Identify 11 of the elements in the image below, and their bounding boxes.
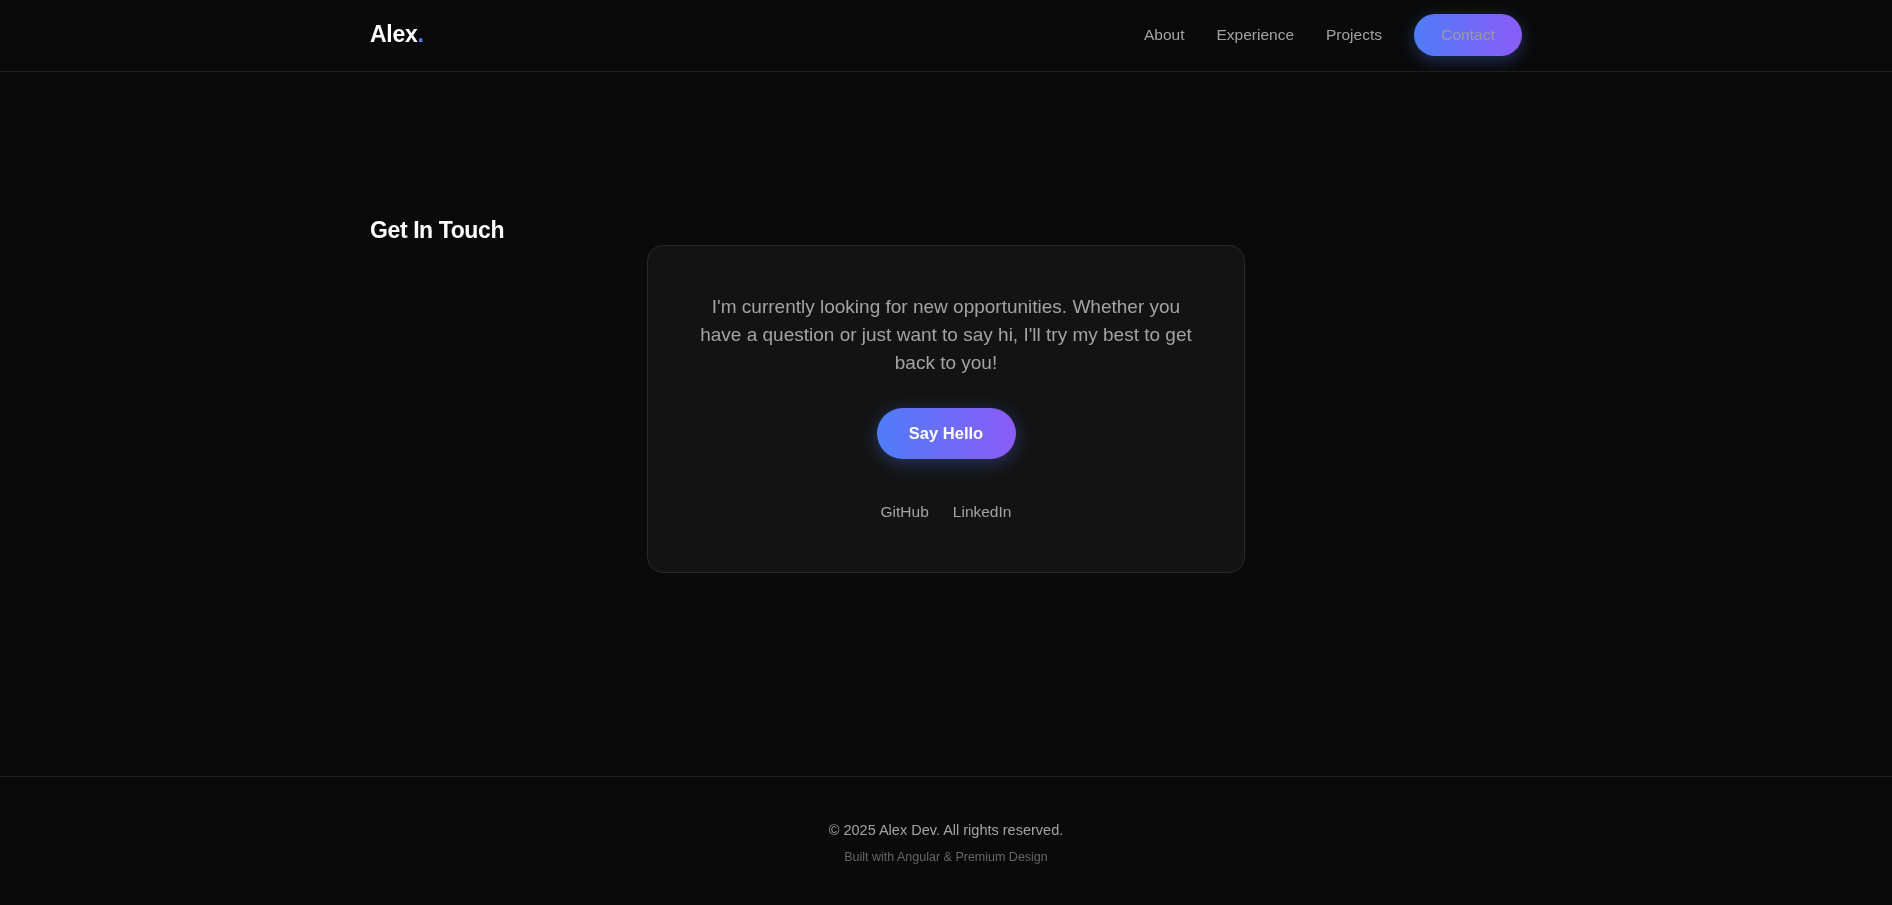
nav-link[interactable]: Experience: [1216, 25, 1294, 44]
nav-link[interactable]: Projects: [1326, 25, 1382, 44]
credit-text: Built with Angular & Premium Design: [844, 849, 1048, 865]
logo-text[interactable]: Alex.: [370, 21, 424, 48]
social-link[interactable]: LinkedIn: [952, 502, 1012, 522]
social-link[interactable]: GitHub: [880, 502, 929, 522]
section-heading: Get In Touch: [370, 216, 505, 244]
contact-message: I'm currently looking for new opportunities. Whether you have a question or just want to say hi, I'll try my best to get back to you!: [699, 295, 1193, 375]
copyright-text: © 2025 Alex Dev. All rights reserved.: [828, 821, 1064, 840]
say-hello-button[interactable]: Say Hello: [876, 408, 1016, 459]
nav-link[interactable]: About: [1143, 25, 1185, 44]
